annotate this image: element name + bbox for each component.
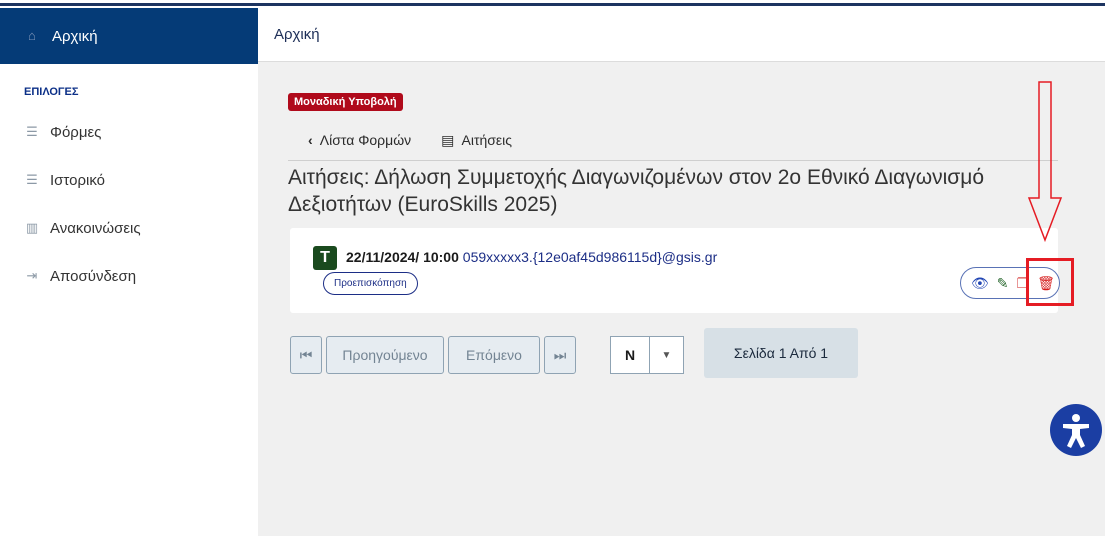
forms-list-link[interactable]: ‹ Λίστα Φορμών [308,132,411,149]
sidebar-item-history[interactable]: ☰ Ιστορικό [0,156,258,204]
eye-icon[interactable]: 👁 [971,275,989,292]
sidebar-item-home[interactable]: ⌂ Αρχική [0,8,258,64]
chevron-left-icon: ‹ [308,132,313,148]
entry-line: 22/11/2024/ 10:00 059xxxxx3.{12e0af45d98… [346,249,717,265]
request-card: T 22/11/2024/ 10:00 059xxxxx3.{12e0af45d… [290,228,1060,313]
requests-link[interactable]: ▤ Αιτήσεις [441,132,512,149]
logout-icon: ⇥ [26,268,38,283]
home-icon: ⌂ [28,28,36,43]
page-size-value: N [610,336,650,374]
sidebar-item-logout[interactable]: ⇥ Αποσύνδεση [0,252,258,300]
sidebar-item-label: Φόρμες [50,123,102,141]
page-size-select[interactable]: N ▼ [610,336,684,374]
top-border [0,0,1105,8]
divider [288,160,1058,161]
preview-button[interactable]: Προεπισκόπηση [323,272,418,295]
type-badge: T [313,246,337,270]
list-icon: ☰ [26,124,38,139]
sidebar-item-label: Ανακοινώσεις [50,219,141,237]
page-title: Αιτήσεις: Δήλωση Συμμετοχής Διαγωνιζομέν… [288,166,985,216]
accessibility-button[interactable] [1050,404,1102,456]
annotation-arrow-icon [1027,81,1063,243]
forms-list-label: Λίστα Φορμών [319,132,412,148]
sidebar-section-title: ΕΠΙΛΟΓΕΣ [24,86,79,98]
pencil-icon[interactable]: ✎ [997,275,1009,292]
list-icon: ☰ [26,172,38,187]
delete-highlight-box [1026,258,1074,306]
sidebar-item-announcements[interactable]: ▥ Ανακοινώσεις [0,204,258,252]
first-page-button[interactable]: ⏮ [290,336,322,374]
sidebar-item-label: Αρχική [52,27,98,45]
list-box-icon: ▤ [441,132,455,148]
page-info: Σελίδα 1 Από 1 [704,328,858,378]
sidebar-item-label: Ιστορικό [50,171,106,189]
next-page-button[interactable]: Επόμενο [448,336,540,374]
sidebar-item-label: Αποσύνδεση [50,267,137,285]
pagination: ⏮ Προηγούμενο Επόμενο ⏭ [290,336,580,374]
sidebar: ⌂ Αρχική ΕΠΙΛΟΓΕΣ ☰ Φόρμες ☰ Ιστορικό ▥ … [0,8,258,536]
sidebar-item-forms[interactable]: ☰ Φόρμες [0,108,258,156]
book-icon: ▥ [25,220,39,235]
accessibility-icon [1063,414,1089,448]
entry-email: 059xxxxx3.{12e0af45d986115d}@gsis.gr [462,249,718,265]
main-content: Αρχική Μοναδική Υποβολή ‹ Λίστα Φορμών ▤… [258,8,1105,536]
chevron-down-icon[interactable]: ▼ [650,336,684,374]
requests-label: Αιτήσεις [461,132,513,148]
single-submission-badge: Μοναδική Υποβολή [288,93,403,111]
previous-page-button[interactable]: Προηγούμενο [326,336,444,374]
entry-date: 22/11/2024/ 10:00 [346,249,459,265]
subnav: ‹ Λίστα Φορμών ▤ Αιτήσεις [308,132,512,149]
breadcrumb: Αρχική [258,8,1105,62]
breadcrumb-home[interactable]: Αρχική [274,26,320,43]
last-page-button[interactable]: ⏭ [544,336,576,374]
